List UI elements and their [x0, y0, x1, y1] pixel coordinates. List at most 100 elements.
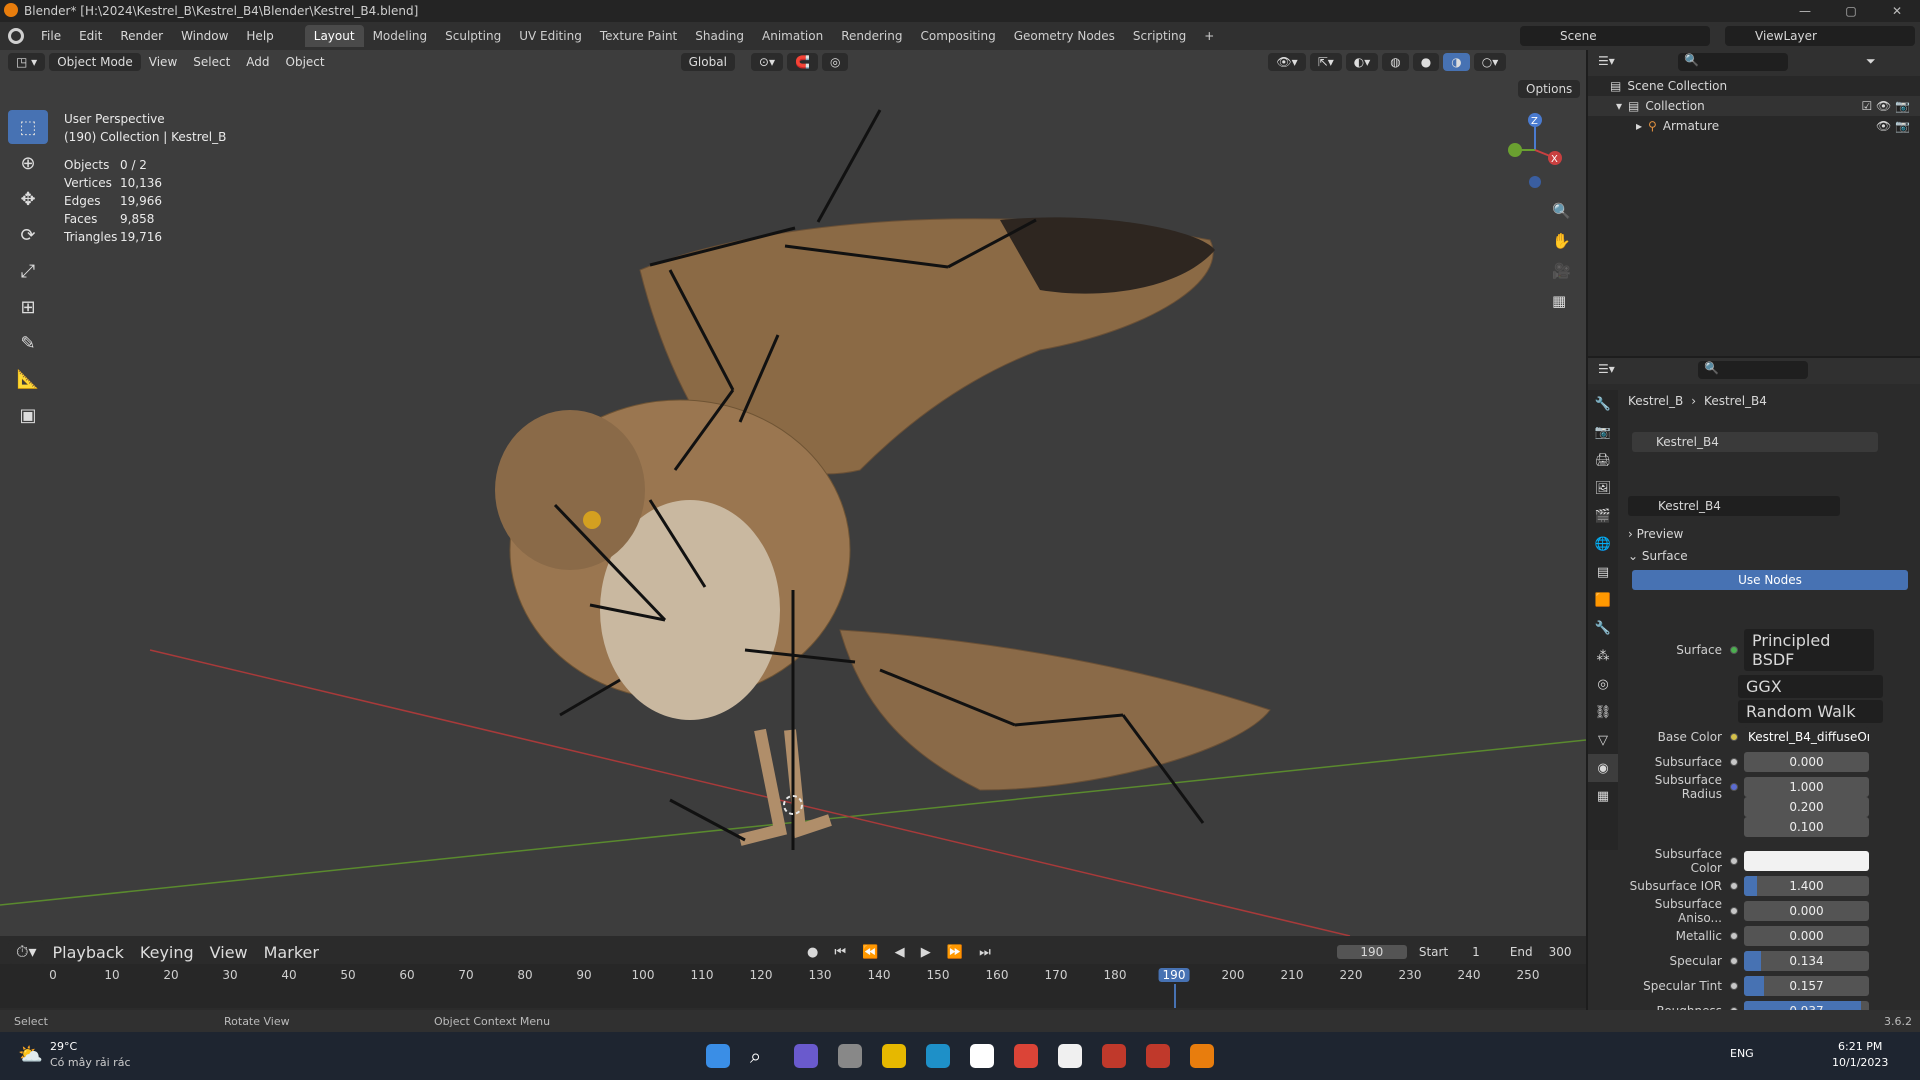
viewport-menu-add[interactable]: Add: [238, 55, 277, 69]
shading-rendered-icon[interactable]: ○▾: [1473, 53, 1507, 71]
preview-panel-header[interactable]: › Preview: [1628, 524, 1912, 544]
tab-rendering[interactable]: Rendering: [832, 25, 911, 47]
object-mode-dropdown[interactable]: Object Mode: [49, 53, 141, 71]
navigation-gizmo[interactable]: Z X: [1500, 110, 1580, 190]
start-frame-field[interactable]: 1: [1472, 945, 1480, 959]
outliner-collection[interactable]: ▾ ▤ Collection ☑ 👁 📷: [1588, 96, 1920, 116]
minimize-button[interactable]: —: [1782, 0, 1828, 22]
viewport-menu-select[interactable]: Select: [185, 55, 238, 69]
socket-icon[interactable]: [1730, 783, 1738, 791]
timeline-menu-view[interactable]: View: [202, 943, 256, 962]
material-prop-field[interactable]: 0.000: [1744, 752, 1869, 772]
socket-icon[interactable]: [1730, 982, 1738, 990]
file-explorer-icon[interactable]: [882, 1044, 906, 1068]
tool-tab-icon[interactable]: 🔧: [1588, 390, 1618, 418]
scale-tool-icon[interactable]: ⤢: [8, 254, 48, 288]
pivot-icon[interactable]: ⊙▾: [750, 53, 783, 71]
tab-sculpting[interactable]: Sculpting: [436, 25, 510, 47]
material-name-field[interactable]: Kestrel_B4: [1628, 496, 1840, 516]
socket-icon[interactable]: [1730, 932, 1738, 940]
material-slot[interactable]: Kestrel_B4: [1632, 432, 1878, 452]
collection-tab-icon[interactable]: ▤: [1588, 558, 1618, 586]
pan-hand-icon[interactable]: ✋: [1552, 226, 1571, 256]
surface-panel-header[interactable]: ⌄ Surface: [1628, 546, 1912, 566]
outliner-search-icon[interactable]: 🔍: [1678, 53, 1788, 71]
windows-start-icon[interactable]: [706, 1044, 730, 1068]
add-cube-tool-icon[interactable]: ▣: [8, 398, 48, 432]
gizmo-toggle-icon[interactable]: ⇱▾: [1309, 53, 1342, 71]
playback-controls[interactable]: ● ⏮ ⏪ ◀ ▶ ⏩ ⏭: [807, 945, 997, 960]
view-layer-tab-icon[interactable]: 🖼: [1588, 474, 1618, 502]
tab-geometry-nodes[interactable]: Geometry Nodes: [1005, 25, 1124, 47]
material-prop-field[interactable]: 0.157: [1744, 976, 1869, 996]
material-prop-field[interactable]: 0.000: [1744, 926, 1869, 946]
edge-icon[interactable]: [926, 1044, 950, 1068]
material-prop-field[interactable]: 1.400: [1744, 876, 1869, 896]
viewport-menu-object[interactable]: Object: [278, 55, 333, 69]
texture-tab-icon[interactable]: ▦: [1588, 782, 1618, 810]
outliner-scene-collection[interactable]: ▤ Scene Collection: [1588, 76, 1920, 96]
chrome-icon[interactable]: [1014, 1044, 1038, 1068]
scene-tab-icon[interactable]: 🎬: [1588, 502, 1618, 530]
use-nodes-button[interactable]: Use Nodes: [1632, 570, 1908, 590]
proportional-edit-icon[interactable]: ◎: [821, 53, 849, 71]
properties-search-icon[interactable]: 🔍: [1698, 361, 1808, 379]
constraints-tab-icon[interactable]: ⛓: [1588, 698, 1618, 726]
clock-date[interactable]: 10/1/2023: [1832, 1056, 1888, 1069]
socket-icon[interactable]: [1730, 882, 1738, 890]
socket-icon[interactable]: [1730, 733, 1738, 741]
search-icon[interactable]: ⌕: [750, 1044, 774, 1068]
viewlayer-selector[interactable]: ViewLayer: [1725, 26, 1915, 46]
material-prop-field[interactable]: 1.000: [1744, 777, 1869, 797]
menu-edit[interactable]: Edit: [70, 29, 111, 43]
tab-compositing[interactable]: Compositing: [911, 25, 1004, 47]
timeline-menu-playback[interactable]: Playback: [45, 943, 132, 962]
outliner-editor-icon[interactable]: ☰▾: [1598, 54, 1615, 68]
tab-animation[interactable]: Animation: [753, 25, 832, 47]
blender-taskbar-icon[interactable]: [1190, 1044, 1214, 1068]
world-tab-icon[interactable]: 🌐: [1588, 530, 1618, 558]
rotate-tool-icon[interactable]: ⟳: [8, 218, 48, 252]
render-tab-icon[interactable]: 📷: [1588, 418, 1618, 446]
zoom-icon[interactable]: 🔍: [1552, 196, 1571, 226]
annotate-tool-icon[interactable]: ✎: [8, 326, 48, 360]
tab-modeling[interactable]: Modeling: [364, 25, 437, 47]
material-prop-field[interactable]: 0.200: [1744, 797, 1869, 817]
transform-tool-icon[interactable]: ⊞: [8, 290, 48, 324]
tab-uv-editing[interactable]: UV Editing: [510, 25, 591, 47]
distribution-dropdown[interactable]: GGX: [1620, 674, 1920, 698]
widgets-icon[interactable]: [794, 1044, 818, 1068]
select-box-tool-icon[interactable]: ⬚: [8, 110, 48, 144]
scene-selector[interactable]: Scene: [1520, 26, 1710, 46]
app-icon[interactable]: [1102, 1044, 1126, 1068]
timeline-menu-marker[interactable]: Marker: [256, 943, 327, 962]
taskview-icon[interactable]: [838, 1044, 862, 1068]
timeline-menu-keying[interactable]: Keying: [132, 943, 202, 962]
viewport-options-button[interactable]: Options: [1518, 80, 1581, 98]
socket-icon[interactable]: [1730, 907, 1738, 915]
transform-orientation-dropdown[interactable]: Global: [680, 53, 735, 71]
menu-file[interactable]: File: [32, 29, 70, 43]
tab-texture-paint[interactable]: Texture Paint: [591, 25, 686, 47]
data-tab-icon[interactable]: ▽: [1588, 726, 1618, 754]
properties-editor-icon[interactable]: ☰▾: [1598, 362, 1615, 376]
end-frame-field[interactable]: 300: [1549, 945, 1572, 959]
clock-time[interactable]: 6:21 PM: [1838, 1040, 1882, 1053]
tab-layout[interactable]: Layout: [304, 25, 364, 47]
material-prop-field[interactable]: [1744, 851, 1869, 871]
language-indicator[interactable]: ENG: [1730, 1047, 1754, 1060]
shading-solid-icon[interactable]: ●: [1412, 53, 1440, 71]
store-icon[interactable]: [1058, 1044, 1082, 1068]
shading-wireframe-icon[interactable]: ◍: [1382, 53, 1409, 71]
snipping-icon[interactable]: [970, 1044, 994, 1068]
subsurface-method-dropdown[interactable]: Random Walk: [1620, 699, 1920, 723]
cursor-tool-icon[interactable]: ⊕: [8, 146, 48, 180]
timeline-ruler[interactable]: 0 10 20 30 40 50 60 70 80 90 100 110 120 130 140 150 160…: [0, 964, 1586, 1008]
weather-icon[interactable]: ⛅: [18, 1042, 43, 1066]
socket-icon[interactable]: [1730, 857, 1738, 865]
add-workspace-button[interactable]: +: [1195, 25, 1223, 47]
socket-icon[interactable]: [1730, 758, 1738, 766]
socket-icon[interactable]: [1730, 957, 1738, 965]
modifier-tab-icon[interactable]: 🔧: [1588, 614, 1618, 642]
tab-scripting[interactable]: Scripting: [1124, 25, 1195, 47]
